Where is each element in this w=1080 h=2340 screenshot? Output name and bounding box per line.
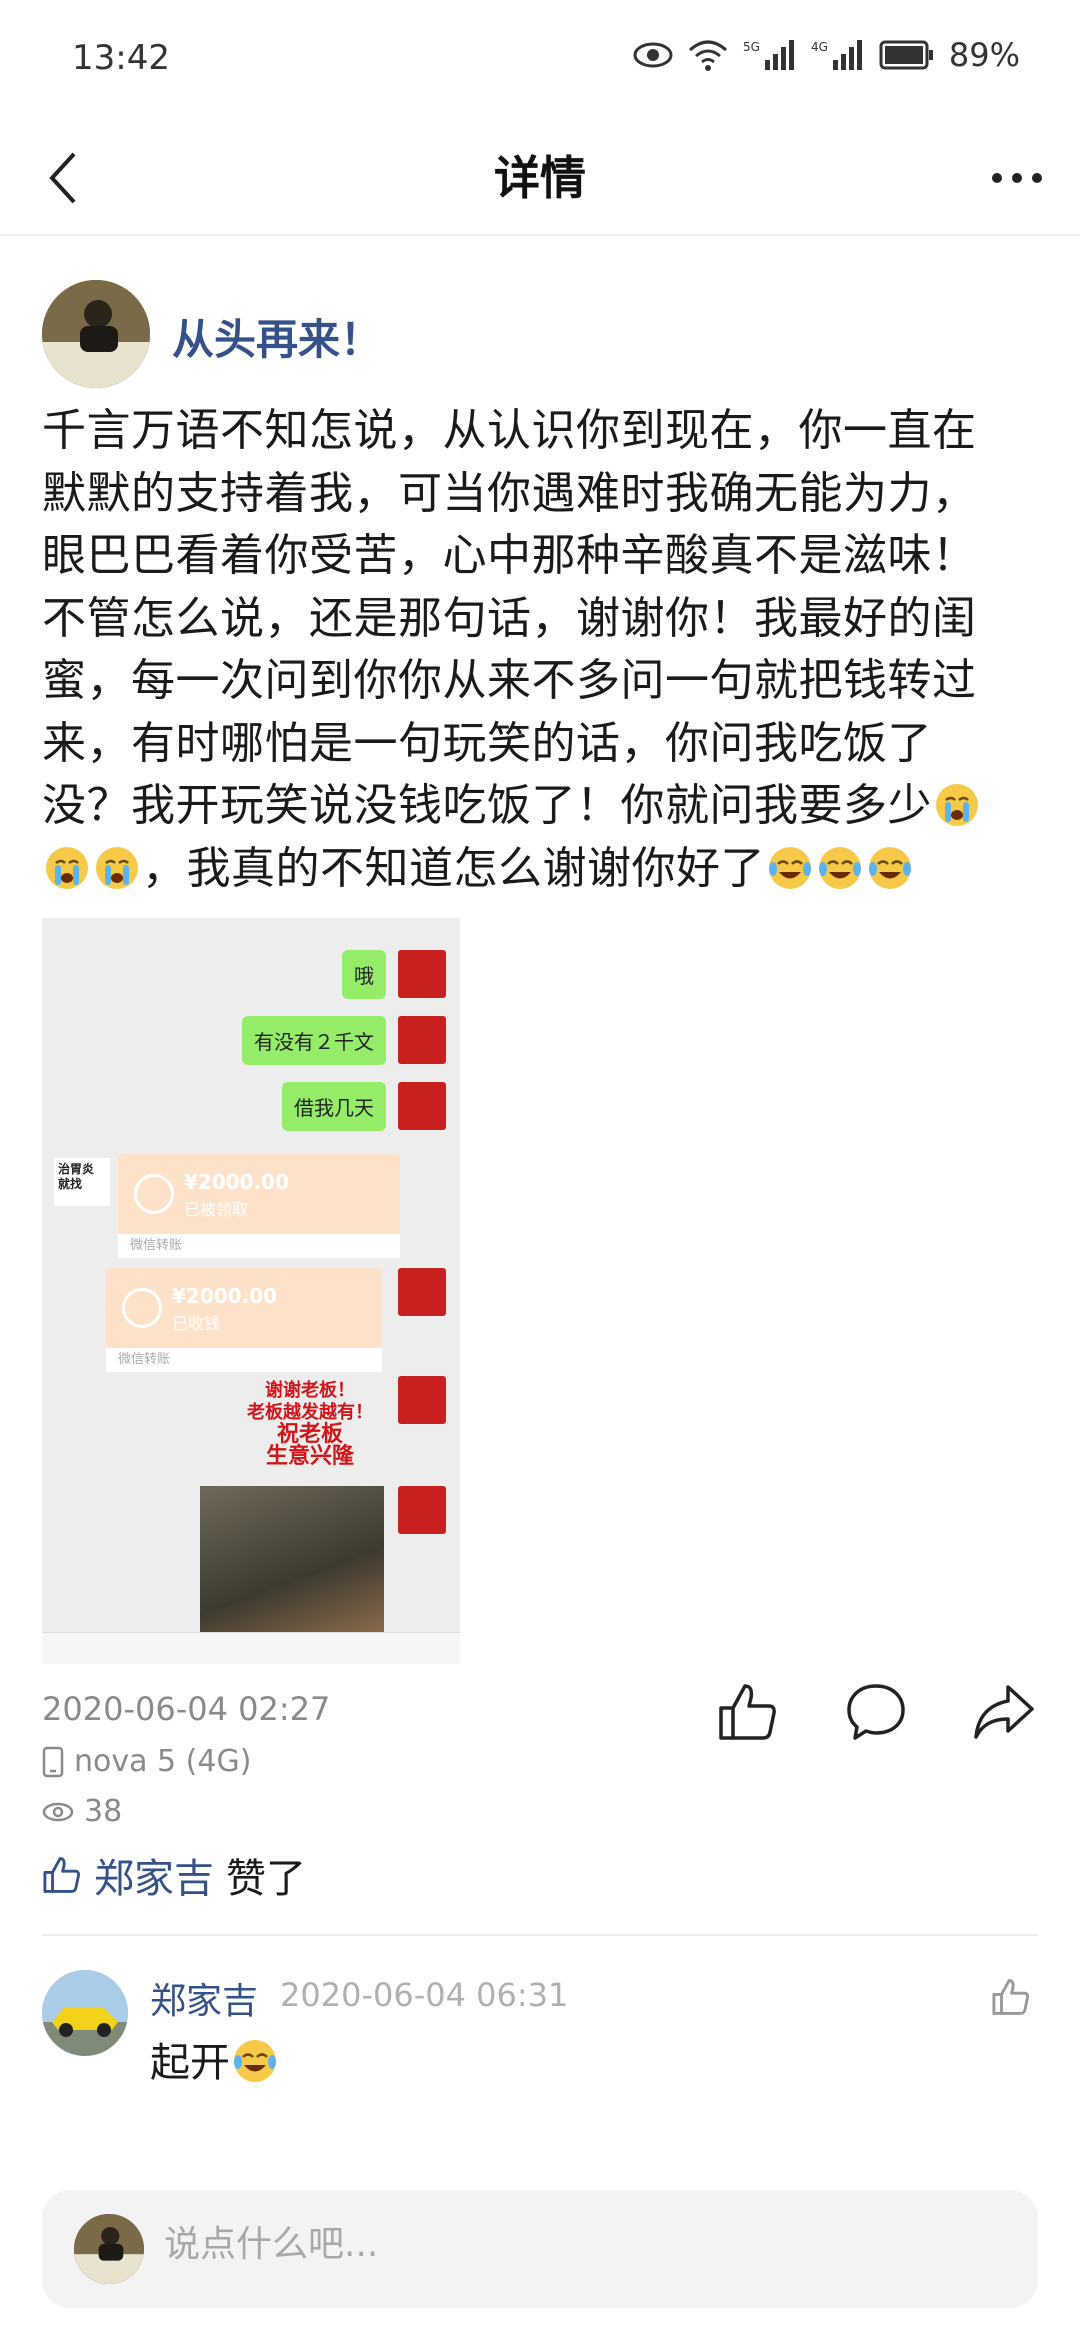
tears-of-joy-emoji-icon: [234, 2040, 276, 2082]
comment-body: 起开: [150, 2040, 230, 2086]
likes-line: 郑家吉 赞了: [42, 1846, 306, 1904]
post-line: 眼巴巴看着你受苦，心中那种辛酸真不是滋味！: [42, 530, 977, 581]
transfer-amount: ¥2000.00: [172, 1284, 278, 1308]
share-button[interactable]: [968, 1676, 1040, 1748]
chat-message: 借我几天: [282, 1080, 446, 1132]
chat-avatar: [398, 1486, 446, 1534]
post-device: nova 5 (4G): [42, 1744, 251, 1779]
post-line-with-emoji: ，我真的不知道怎么谢谢你好了: [42, 838, 1042, 901]
post-line: 千言万语不知怎说，从认识你到现在，你一直在: [42, 405, 977, 456]
sticker-line: 生意兴隆: [265, 1444, 354, 1469]
tears-of-joy-emoji-icon: [769, 846, 811, 889]
eye-icon: [42, 1802, 74, 1821]
sticker-line: 谢谢老板！: [265, 1380, 355, 1401]
chat-bubble: 哦: [342, 949, 386, 999]
crying-emoji-icon: [96, 846, 138, 889]
chat-message: 有没有２千文: [242, 1014, 446, 1066]
tears-of-joy-emoji-icon: [869, 846, 911, 889]
status-bar: 13:42 5G 4G 89%: [0, 0, 1080, 120]
transfer-card: ¥2000.00 已被领取 微信转账: [118, 1154, 400, 1258]
crying-emoji-icon: [46, 846, 88, 889]
chat-avatar: [398, 1268, 446, 1316]
wifi-icon: [688, 40, 727, 71]
like-button[interactable]: [712, 1676, 784, 1748]
transfer-status: 已被领取: [184, 1200, 249, 1219]
side-sticker: 治胃炎 就找: [54, 1158, 110, 1206]
liker-name[interactable]: 郑家吉: [94, 1846, 214, 1904]
chat-message: 哦: [342, 948, 446, 1000]
transfer-card: ¥2000.00 已收钱 微信转账: [106, 1268, 382, 1372]
check-icon: [122, 1288, 162, 1328]
post-line-with-emoji: 没？我开玩笑说没钱吃饭了！你就问我要多少: [42, 775, 1042, 838]
chat-avatar: [398, 1376, 446, 1424]
signal-5g-icon: 5G: [743, 40, 794, 70]
view-count: 38: [84, 1794, 123, 1829]
chat-avatar: [398, 1016, 446, 1064]
comment-input[interactable]: [164, 2224, 864, 2265]
post-line: 默默的支持着我，可当你遇难时我确无能为力，: [42, 467, 977, 519]
check-icon: [134, 1174, 174, 1214]
thanks-sticker: 谢谢老板！ 老板越发越有！ 祝老板 生意兴隆: [240, 1380, 380, 1468]
comment-text: 起开: [150, 2030, 280, 2088]
post-views: 38: [42, 1794, 122, 1829]
my-avatar: [74, 2214, 144, 2284]
comment-button[interactable]: [840, 1676, 912, 1748]
transfer-footer: 微信转账: [118, 1234, 400, 1258]
post-timestamp: 2020-06-04 02:27: [42, 1690, 331, 1728]
chat-bubble: 有没有２千文: [242, 1015, 386, 1065]
chat-avatar: [398, 950, 446, 998]
post-line: 没？我开玩笑说没钱吃饭了！你就问我要多少: [42, 780, 932, 831]
author-name[interactable]: 从头再来！: [172, 306, 382, 367]
post-line: 来，有时哪怕是一句玩笑的话，你问我吃饭了: [42, 717, 932, 769]
battery-percent: 89%: [948, 36, 1020, 74]
divider: [42, 1934, 1038, 1936]
signal-4g-icon: 4G: [811, 40, 862, 70]
battery-icon: [879, 40, 933, 70]
comment-like-button[interactable]: [986, 1972, 1036, 2022]
transfer-amount: ¥2000.00: [184, 1170, 290, 1194]
status-icons: 5G 4G 89%: [633, 36, 1020, 74]
like-small-icon: [43, 1857, 80, 1893]
sticker-line: 老板越发越有！: [247, 1402, 373, 1423]
post-line: 不管怎么说，还是那句话，谢谢你！我最好的闺: [42, 592, 977, 644]
sticker-line: 祝老板: [276, 1422, 343, 1447]
more-icon: [992, 173, 1042, 183]
tears-of-joy-emoji-icon: [819, 846, 861, 889]
phone-icon: [42, 1746, 64, 1777]
more-button[interactable]: [982, 140, 1052, 216]
likes-suffix: 赞了: [226, 1856, 306, 1902]
like-icon: [719, 1684, 776, 1740]
chat-avatar: [398, 1082, 446, 1130]
chat-bubble: 借我几天: [282, 1081, 386, 1131]
author-avatar[interactable]: [42, 280, 150, 388]
nav-bar: 详情: [0, 120, 1080, 236]
svg-text:4G: 4G: [811, 40, 828, 54]
commenter-name[interactable]: 郑家吉: [150, 1972, 258, 2024]
status-time: 13:42: [72, 38, 170, 78]
comment-input-bar[interactable]: [42, 2190, 1038, 2308]
comment-timestamp: 2020-06-04 06:31: [280, 1976, 569, 2014]
post-text: 千言万语不知怎说，从认识你到现在，你一直在 默默的支持着我，可当你遇难时我确无能…: [42, 400, 1042, 900]
eye-status-icon: [633, 42, 673, 68]
share-icon: [974, 1685, 1034, 1739]
svg-text:5G: 5G: [743, 40, 760, 54]
page-title: 详情: [494, 151, 586, 205]
chat-input-strip: [42, 1632, 460, 1664]
device-name: nova 5 (4G): [74, 1744, 252, 1779]
post-line: 蜜，每一次问到你你从来不多问一句就把钱转过: [42, 655, 977, 706]
kids-photo: [200, 1486, 384, 1632]
transfer-footer: 微信转账: [106, 1348, 382, 1372]
comment-icon: [847, 1684, 905, 1740]
post-line: ，我真的不知道怎么谢谢你好了: [142, 842, 765, 894]
like-icon: [992, 1979, 1029, 2015]
crying-emoji-icon: [936, 784, 978, 826]
transfer-status: 已收钱: [172, 1314, 221, 1333]
commenter-avatar[interactable]: [42, 1970, 128, 2056]
post-image[interactable]: 哦 有没有２千文 借我几天 治胃炎 就找 ¥2000.00 已被领取 微信转账 …: [42, 918, 460, 1664]
